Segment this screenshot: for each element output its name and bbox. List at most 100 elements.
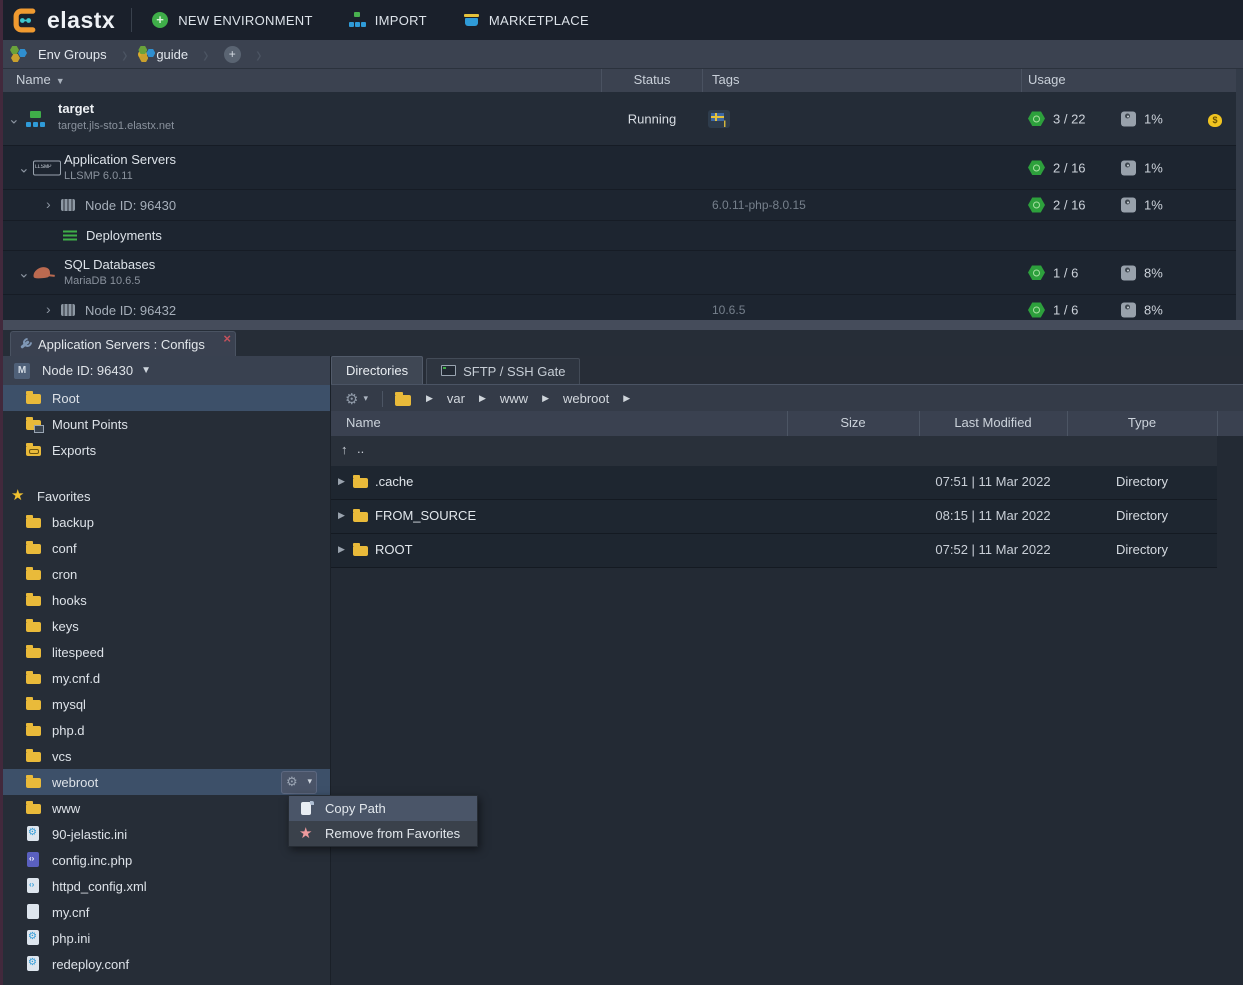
file-col-modified[interactable]: Last Modified — [919, 415, 1067, 430]
env-table-row[interactable]: SQL Databases MariaDB 10.6.5 1 / 6 8% — [0, 251, 1243, 295]
expand-arrow-icon[interactable]: ▶ — [338, 510, 345, 521]
path-separator-icon: ▶ — [623, 393, 630, 404]
tree-item[interactable]: webroot — [0, 769, 330, 795]
browser-tab[interactable]: SFTP / SSH Gate — [426, 358, 580, 384]
tree-item-label: httpd_config.xml — [52, 879, 147, 894]
tree-item[interactable]: keys — [0, 613, 330, 639]
header-divider — [919, 411, 920, 436]
file-table-row[interactable]: ▶ ROOT 07:52 | 11 Mar 2022 Directory — [331, 534, 1217, 568]
topbar-divider — [131, 8, 132, 32]
tree-item[interactable]: conf — [0, 535, 330, 561]
env-table-row[interactable]: Deployments — [0, 221, 1243, 251]
expand-arrow-icon[interactable]: ▶ — [338, 544, 345, 555]
tree-item[interactable]: config.inc.php — [0, 847, 330, 873]
path-root-folder-icon[interactable] — [395, 392, 412, 406]
tree-item[interactable]: httpd_config.xml — [0, 873, 330, 899]
browser-toolbar: ▶ var ▶ www ▶ webroot ▶ — [331, 384, 1243, 412]
tree-item[interactable]: cron — [0, 561, 330, 587]
item-settings-button[interactable] — [281, 771, 317, 794]
tree-item[interactable]: Root — [0, 385, 330, 411]
file-col-type[interactable]: Type — [1067, 415, 1217, 430]
env-table-row[interactable]: Node ID: 96432 10.6.5 1 / 6 8% — [0, 295, 1243, 320]
context-menu-item[interactable]: Remove from Favorites — [289, 821, 477, 846]
expand-arrow-icon[interactable]: ▶ — [338, 476, 345, 487]
tree-item[interactable]: Mount Points — [0, 411, 330, 437]
topbar-button[interactable]: NEW ENVIRONMENT — [152, 12, 313, 28]
env-col-status[interactable]: Status — [602, 72, 702, 87]
path-segment[interactable]: ▶ webroot — [528, 391, 609, 406]
expand-chevron-icon[interactable] — [46, 196, 51, 212]
breadcrumb-item[interactable]: guide › — [128, 40, 209, 68]
env-table-row[interactable]: Application Servers LLSMP 6.0.11 2 / 16 … — [0, 146, 1243, 190]
file-col-size[interactable]: Size — [787, 415, 919, 430]
tree-item-label: config.inc.php — [52, 853, 132, 868]
env-table-row[interactable]: target target.jls-sto1.elastx.net Runnin… — [0, 92, 1243, 146]
expand-chevron-icon[interactable] — [8, 110, 20, 127]
tree-item[interactable]: mysql — [0, 691, 330, 717]
file-table-header: Name Size Last Modified Type — [331, 411, 1243, 436]
breadcrumb-item-label: Env Groups — [38, 47, 107, 62]
expand-chevron-icon[interactable] — [46, 301, 51, 317]
close-icon[interactable]: × — [223, 332, 231, 345]
top-bar: elastx NEW ENVIRONMENT IMPORT MARKETPLAC… — [0, 0, 1243, 40]
env-col-usage[interactable]: Usage — [1028, 72, 1066, 87]
tree-item[interactable]: Exports — [0, 437, 330, 463]
env-col-name[interactable]: Name▼ — [16, 72, 65, 87]
elastx-logo-icon[interactable] — [12, 7, 39, 34]
tree-item[interactable]: www — [0, 795, 330, 821]
tree-item-icon — [26, 956, 43, 972]
tree-item-icon — [26, 442, 43, 458]
row-title: Application Servers — [64, 152, 176, 167]
env-col-tags[interactable]: Tags — [712, 72, 739, 87]
tree-item[interactable]: vcs — [0, 743, 330, 769]
node-selector[interactable]: M Node ID: 96430 ▼ — [0, 356, 330, 386]
tree-item[interactable]: hooks — [0, 587, 330, 613]
tree-item[interactable]: php.ini — [0, 925, 330, 951]
path-segment[interactable]: ▶ var — [412, 391, 465, 406]
topbar-button[interactable]: MARKETPLACE — [463, 12, 589, 28]
disk-icon — [1121, 160, 1136, 175]
usage-cluster: 3 / 22 1% — [1028, 110, 1198, 127]
file-col-name[interactable]: Name — [346, 415, 381, 430]
settings-gear-button[interactable] — [345, 390, 368, 408]
row-version-tag: 6.0.11-php-8.0.15 — [712, 198, 806, 212]
header-divider — [1217, 411, 1218, 436]
file-table-row[interactable]: ▶ .cache 07:51 | 11 Mar 2022 Directory — [331, 466, 1217, 500]
add-group-button[interactable]: + — [224, 46, 241, 63]
tree-item[interactable]: litespeed — [0, 639, 330, 665]
expand-chevron-icon[interactable] — [18, 264, 30, 281]
expand-chevron-icon[interactable] — [18, 159, 30, 176]
panel-tab-configs[interactable]: Application Servers : Configs × — [10, 331, 236, 357]
tree-item[interactable]: Favorites — [0, 483, 330, 509]
topbar-button[interactable]: IMPORT — [349, 12, 427, 28]
tree-item[interactable]: redeploy.conf — [0, 951, 330, 977]
tree-item[interactable]: my.cnf — [0, 899, 330, 925]
disk-icon — [1121, 198, 1136, 213]
header-divider — [1067, 411, 1068, 436]
disk-percent: 1% — [1144, 160, 1163, 175]
file-modified: 08:15 | 11 Mar 2022 — [919, 508, 1067, 523]
env-table-hscrollbar[interactable] — [0, 320, 1243, 330]
row-title: Node ID: 96430 — [85, 198, 176, 213]
file-table-row[interactable]: ▶ FROM_SOURCE 08:15 | 11 Mar 2022 Direct… — [331, 500, 1217, 534]
tree-item-icon — [26, 514, 43, 530]
tree-item[interactable]: 90-jelastic.ini — [0, 821, 330, 847]
env-table-scrollbar[interactable] — [1236, 68, 1243, 320]
tree-item[interactable]: backup — [0, 509, 330, 535]
tree-item-icon — [26, 774, 43, 790]
toolbar-divider — [382, 391, 383, 407]
tree-item-label: www — [52, 801, 80, 816]
billing-money-bag-icon[interactable] — [1206, 110, 1224, 128]
tree-item-label: litespeed — [52, 645, 104, 660]
tree-item[interactable] — [0, 463, 330, 483]
breadcrumb-item[interactable]: Env Groups › — [0, 40, 128, 68]
tree-item-icon — [26, 592, 43, 608]
context-menu-item[interactable]: Copy Path — [289, 796, 477, 821]
up-directory-row[interactable]: ↑ .. — [331, 436, 1217, 467]
tree-item[interactable]: my.cnf.d — [0, 665, 330, 691]
env-table-row[interactable]: Node ID: 96430 6.0.11-php-8.0.15 2 / 16 … — [0, 190, 1243, 221]
tree-item[interactable]: php.d — [0, 717, 330, 743]
browser-tab[interactable]: Directories — [331, 356, 423, 384]
tree-item-label: redeploy.conf — [52, 957, 129, 972]
path-segment[interactable]: ▶ www — [465, 391, 528, 406]
